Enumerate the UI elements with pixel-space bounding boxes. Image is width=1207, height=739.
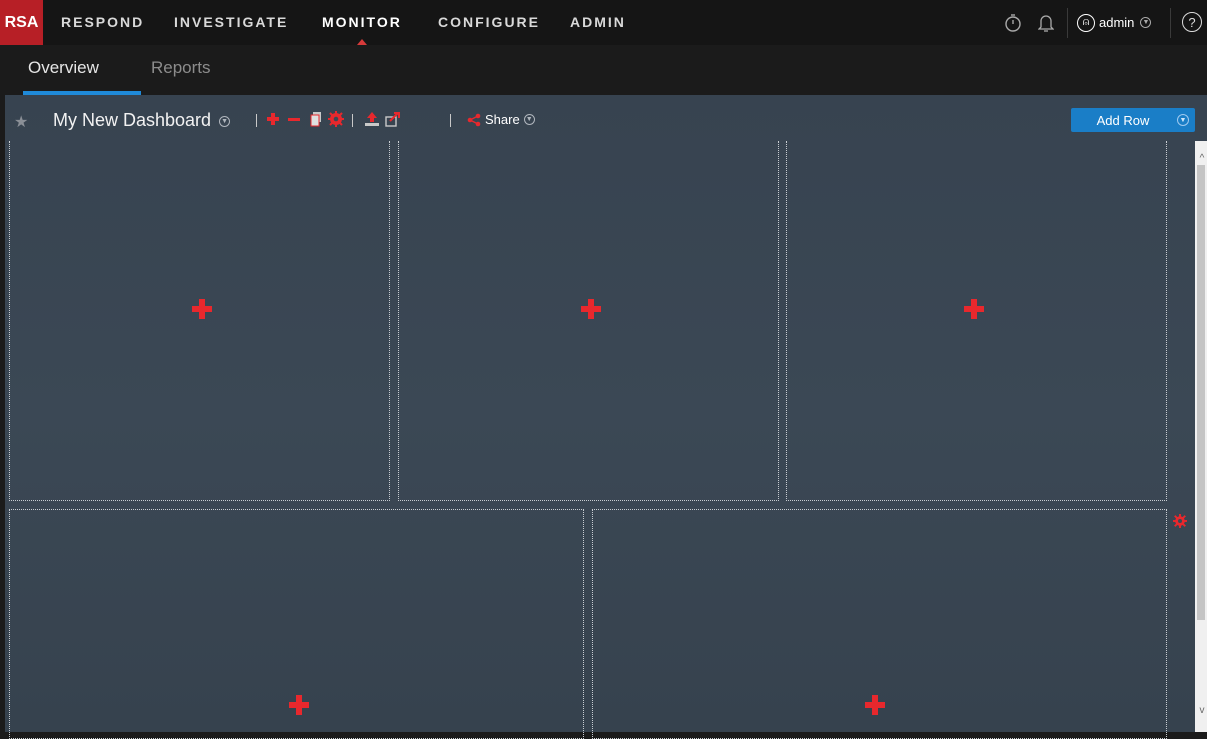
dashlet-placeholder[interactable] [9,509,584,739]
nav-monitor-label: MONITOR [322,14,402,30]
nav-admin[interactable]: ADMIN [570,0,626,45]
chevron-down-icon[interactable]: ▼ [219,115,231,127]
chevron-down-icon: ▼ [523,114,535,125]
nav-monitor[interactable]: MONITOR [322,0,402,45]
chevron-down-icon[interactable]: ▼ [1177,114,1189,126]
toolbar-divider [256,114,257,127]
add-row-label: Add Row [1096,113,1150,128]
dashboard-title[interactable]: My New Dashboard ▼ [53,110,231,131]
dashlet-placeholder[interactable] [592,509,1167,739]
scrollbar-thumb[interactable] [1197,165,1205,620]
add-dashlet-icon[interactable] [288,694,310,716]
export-icon[interactable] [385,111,401,127]
top-nav-bar: RSA RESPOND INVESTIGATE MONITOR CONFIGUR… [0,0,1207,45]
add-dashlet-icon[interactable] [864,694,886,716]
help-icon[interactable]: ? [1182,12,1202,32]
add-dashlet-icon[interactable] [265,111,281,127]
favorite-star-icon[interactable]: ★ [14,112,28,132]
add-dashlet-icon[interactable] [191,298,213,320]
dashboard-title-text: My New Dashboard [53,110,212,130]
bell-icon[interactable] [1033,0,1059,45]
divider [1170,8,1171,38]
add-dashlet-icon[interactable] [963,298,985,320]
dashlet-placeholder[interactable] [9,141,390,501]
tab-reports[interactable]: Reports [151,58,211,78]
add-row-button[interactable]: Add Row ▼ [1071,108,1195,132]
rsa-logo[interactable]: RSA [0,0,43,45]
nav-respond[interactable]: RESPOND [61,0,144,45]
chevron-down-icon: ▼ [1140,17,1152,28]
nav-configure[interactable]: CONFIGURE [438,0,540,45]
nav-investigate[interactable]: INVESTIGATE [174,0,288,45]
tab-overview[interactable]: Overview [28,58,99,78]
divider [1067,8,1068,38]
sub-nav-bar: Overview Reports [0,45,1207,95]
add-dashlet-icon[interactable] [580,298,602,320]
user-icon: ⍝ [1077,13,1095,32]
share-button[interactable]: Share ▼ [467,112,535,127]
import-icon[interactable] [364,111,380,127]
scroll-up-arrow[interactable]: ^ [1197,153,1207,165]
settings-icon[interactable] [328,111,344,127]
copy-icon[interactable] [308,111,324,127]
user-menu[interactable]: ⍝ admin ▼ [1077,0,1152,45]
stopwatch-icon[interactable] [1000,0,1026,45]
share-label: Share [485,112,520,127]
toolbar-divider [450,114,451,127]
dashboard-canvas: ★ My New Dashboard ▼ Share ▼ Add Row ▼ ^… [5,95,1207,739]
dashboard-toolbar: ★ My New Dashboard ▼ Share ▼ Add Row ▼ [5,95,1207,141]
row-settings-icon[interactable] [1173,514,1187,528]
scroll-down-arrow[interactable]: v [1197,705,1207,717]
dashlet-placeholder[interactable] [398,141,779,501]
user-name: admin [1099,15,1135,30]
remove-icon[interactable] [286,111,302,127]
share-icon [467,113,481,126]
toolbar-divider [352,114,353,127]
dashlet-placeholder[interactable] [786,141,1167,501]
